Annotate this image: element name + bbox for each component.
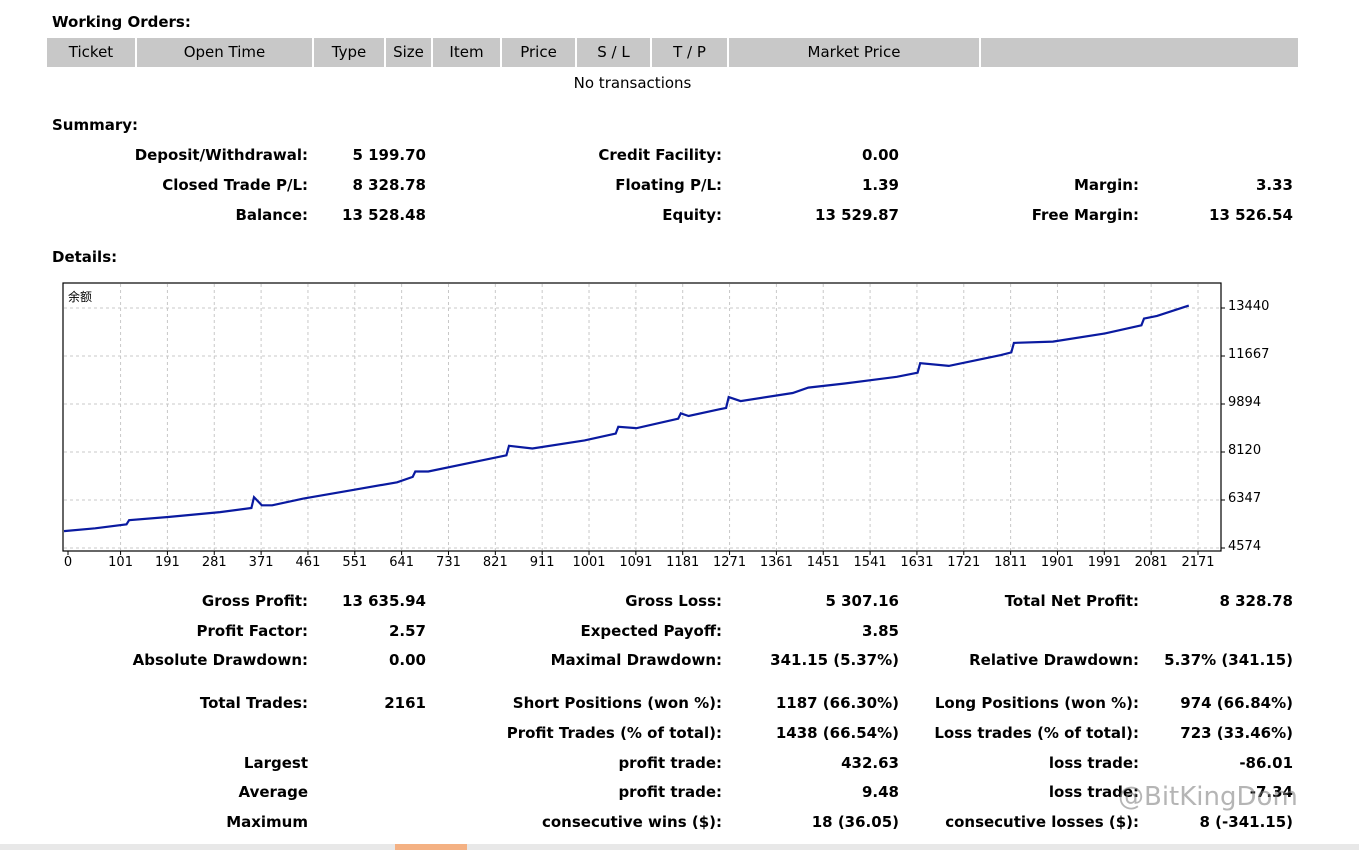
x-tick-label: 1271: [713, 555, 747, 570]
x-tick-label: 1451: [806, 555, 840, 570]
x-tick-label: 1541: [853, 555, 887, 570]
details-label: consecutive losses ($):: [945, 813, 1139, 831]
details-label: profit trade:: [618, 754, 722, 772]
x-tick-label: 1811: [994, 555, 1028, 570]
details-label: Absolute Drawdown:: [132, 651, 308, 669]
details-label: Maximum: [226, 813, 308, 831]
details-value: 3.85: [861, 622, 899, 640]
y-tick-label: 11667: [1228, 346, 1270, 362]
details-label: Expected Payoff:: [580, 622, 722, 640]
x-tick-label: 371: [248, 555, 274, 570]
details-label: Relative Drawdown:: [969, 651, 1139, 669]
details-label: Total Net Profit:: [1004, 592, 1139, 610]
x-tick-label: 551: [342, 555, 368, 570]
details-label: loss trade:: [1048, 754, 1139, 772]
details-value: 8 (-341.15): [1199, 813, 1293, 831]
balance-chart: 余额: [62, 282, 1225, 555]
details-value: 18 (36.05): [811, 813, 899, 831]
x-tick-label: 1631: [900, 555, 934, 570]
x-tick-label: 641: [389, 555, 415, 570]
scrollbar-thumb[interactable]: [395, 844, 467, 850]
x-tick-label: 461: [295, 555, 321, 570]
details-label: Short Positions (won %):: [512, 694, 722, 712]
y-tick-label: 9894: [1228, 394, 1262, 410]
x-tick-label: 0: [63, 555, 73, 570]
details-label: Loss trades (% of total):: [934, 724, 1139, 742]
details-label: Average: [238, 783, 308, 801]
details-label: Gross Profit:: [201, 592, 308, 610]
details-label: Profit Trades (% of total):: [506, 724, 722, 742]
x-tick-label: 731: [436, 555, 461, 570]
details-value: 432.63: [841, 754, 899, 772]
details-value: 341.15 (5.37%): [770, 651, 899, 669]
watermark-text: @BitKingDom: [1118, 782, 1298, 812]
details-label: Largest: [243, 754, 308, 772]
y-tick-label: 6347: [1228, 491, 1262, 506]
details-value: -86.01: [1239, 754, 1293, 772]
x-tick-label: 1091: [619, 555, 653, 570]
details-value: 13 635.94: [342, 592, 426, 610]
details-value: 2161: [384, 694, 426, 712]
details-value: 974 (66.84%): [1180, 694, 1293, 712]
x-tick-label: 911: [529, 555, 555, 570]
details-label: profit trade:: [618, 783, 722, 801]
details-label: Gross Loss:: [625, 592, 722, 610]
details-value: 8 328.78: [1219, 592, 1293, 610]
details-label: Total Trades:: [199, 694, 308, 712]
x-tick-label: 1991: [1087, 555, 1121, 570]
y-tick-label: 4574: [1228, 539, 1262, 554]
y-tick-label: 8120: [1228, 443, 1262, 458]
details-value: 9.48: [861, 783, 899, 801]
x-tick-label: 1361: [759, 555, 793, 570]
chart-title: 余额: [68, 289, 92, 304]
details-label: Long Positions (won %):: [934, 694, 1139, 712]
x-tick-label: 1181: [666, 555, 700, 570]
horizontal-scrollbar[interactable]: [0, 844, 1359, 850]
details-value: 2.57: [388, 622, 426, 640]
details-value: 723 (33.46%): [1180, 724, 1293, 742]
details-label: consecutive wins ($):: [541, 813, 722, 831]
x-tick-label: 1901: [1040, 555, 1074, 570]
x-tick-label: 1001: [572, 555, 606, 570]
x-tick-label: 281: [201, 555, 227, 570]
details-label: Maximal Drawdown:: [550, 651, 722, 669]
x-tick-label: 821: [482, 555, 508, 570]
x-tick-label: 101: [108, 555, 133, 570]
y-tick-label: 13440: [1228, 299, 1270, 314]
details-value: 1187 (66.30%): [775, 694, 899, 712]
details-value: 5.37% (341.15): [1164, 651, 1293, 669]
x-tick-label: 191: [154, 555, 180, 570]
x-tick-label: 2081: [1134, 555, 1168, 570]
details-value: 1438 (66.54%): [775, 724, 899, 742]
details-label: Profit Factor:: [196, 622, 308, 640]
x-tick-label: 1721: [947, 555, 981, 570]
x-tick-label: 2171: [1181, 555, 1215, 570]
details-value: 5 307.16: [825, 592, 899, 610]
details-value: 0.00: [388, 651, 426, 669]
